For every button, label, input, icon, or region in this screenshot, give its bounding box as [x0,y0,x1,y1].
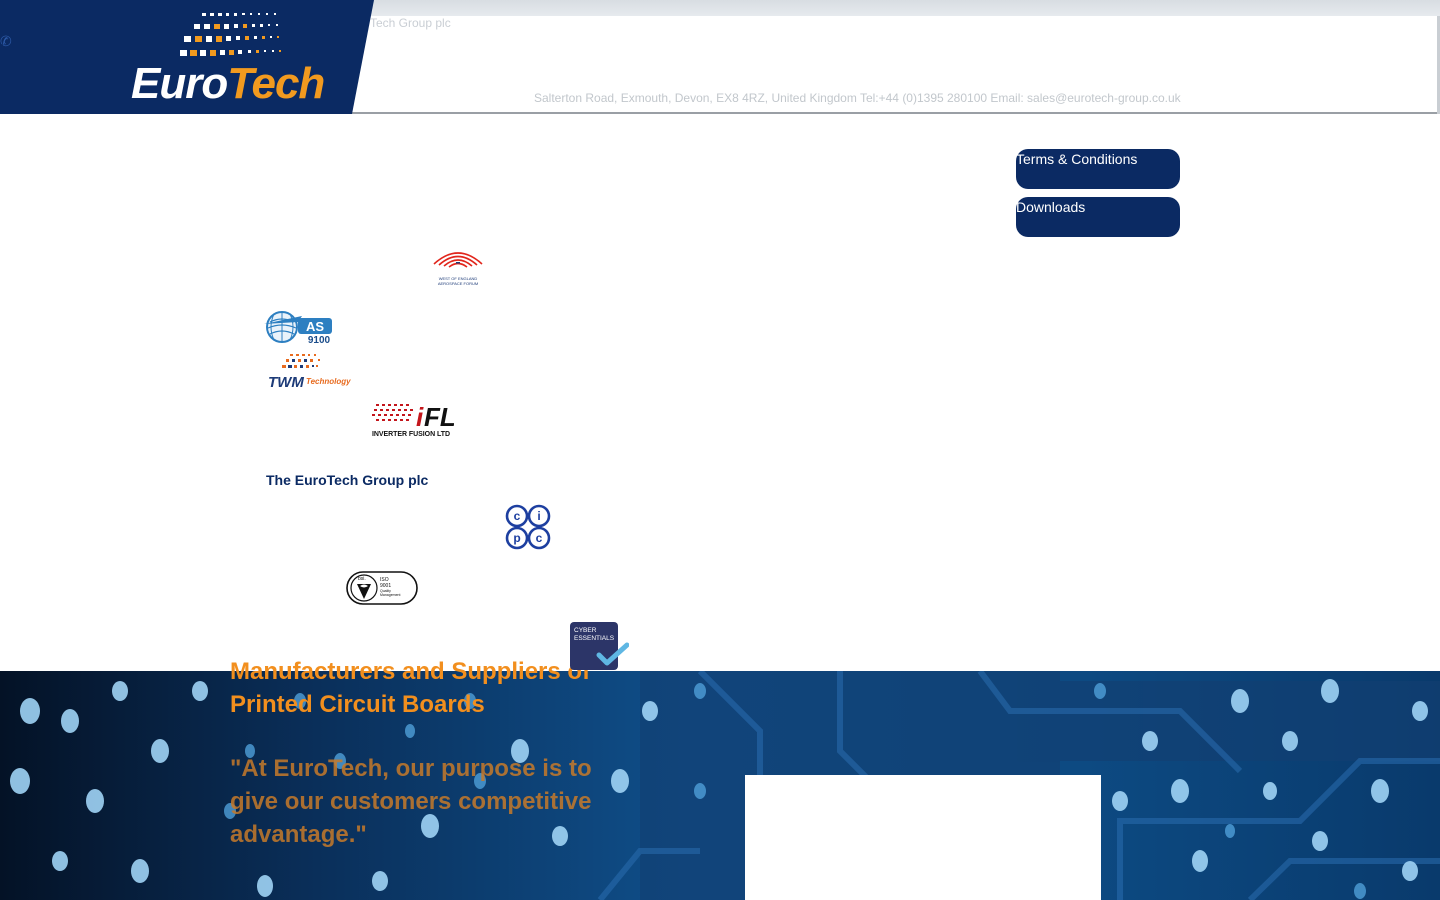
svg-text:AS: AS [306,319,324,334]
header-brand-text: Tech Group plc [370,16,451,30]
svg-text:TWM: TWM [268,374,304,390]
svg-text:c: c [536,531,543,545]
as9100-certification-logo[interactable]: AS 9100 [262,308,336,346]
header-contact-info: Salterton Road, Exmouth, Devon, EX8 4RZ,… [534,91,1181,105]
west-of-england-aerospace-forum-logo[interactable]: WEST OF ENGLAND AEROSPACE FORUM [428,244,488,288]
logo-tech-text: Tech [227,59,325,108]
svg-text:AEROSPACE FORUM: AEROSPACE FORUM [438,281,478,286]
twm-technology-logo[interactable]: TWM Technology [268,352,352,390]
group-title: The EuroTech Group plc [266,472,429,488]
phone-icon: ✆ [0,34,12,50]
hero-quote: "At EuroTech, our purpose is to give our… [230,755,592,848]
svg-text:CYBER: CYBER [574,627,597,634]
logo-dots-icon [180,13,281,56]
logo-panel[interactable]: EuroTech ✆ [0,0,374,114]
svg-text:c: c [514,509,521,523]
svg-text:FL: FL [424,402,454,432]
svg-text:Management: Management [380,593,400,597]
svg-text:ESSENTIALS: ESSENTIALS [574,635,615,642]
site-header: EuroTech ✆ Tech Group plc Salterton Road… [0,0,1440,114]
svg-text:INVERTER FUSION LTD: INVERTER FUSION LTD [372,431,450,438]
bsi-iso9001-logo[interactable]: bsi. ISO 9001 Quality Management [346,571,418,605]
eurotech-logo: EuroTech [131,59,325,108]
inverter-fusion-logo[interactable]: i FL INVERTER FUSION LTD [370,398,454,440]
hero-content-box [745,775,1101,900]
svg-text:i: i [537,509,540,523]
svg-text:9100: 9100 [308,335,331,346]
circuit-board-background [10,671,1440,900]
svg-text:bsi.: bsi. [358,576,366,582]
logo-euro-text: Euro [131,59,228,108]
cyber-essentials-logo[interactable]: CYBER ESSENTIALS [569,621,629,671]
ipc-logo[interactable]: c ip c [504,504,552,550]
downloads-button[interactable]: Downloads [1016,197,1180,237]
hero-banner [0,671,1440,900]
svg-text:p: p [513,531,520,545]
svg-text:i: i [416,402,424,432]
terms-conditions-button[interactable]: Terms & Conditions [1016,149,1180,189]
svg-text:Technology: Technology [306,377,351,386]
